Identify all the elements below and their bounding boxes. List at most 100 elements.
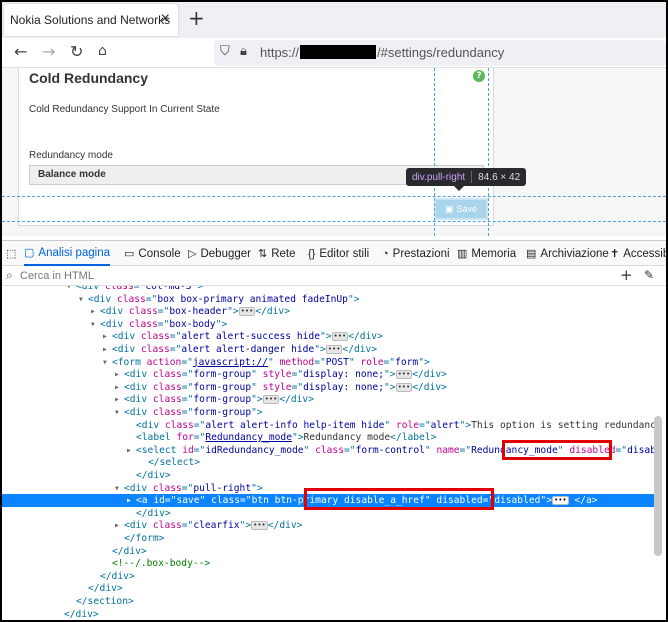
markup-token: save xyxy=(176,495,200,507)
address-bar[interactable]: ⛉ 🔒︎ https:///#settings/redundancy xyxy=(214,40,666,66)
element-picker-icon[interactable]: ⬚ xyxy=(6,241,16,266)
markup-token: <div xyxy=(136,419,165,431)
node-toggle-icon[interactable]: ▸ xyxy=(114,368,120,381)
node-toggle-icon[interactable]: ▾ xyxy=(90,318,96,331)
tab-debugger[interactable]: ▷ Debugger xyxy=(188,241,251,266)
markup-token: =" xyxy=(193,432,206,444)
markup-token: </div> xyxy=(342,344,378,355)
node-toggle-icon[interactable]: ▸ xyxy=(102,330,108,343)
tab-console[interactable]: ▭ Console xyxy=(124,241,181,266)
node-markup: <label for="Redundancy_mode">Redundancy … xyxy=(136,431,436,444)
node-toggle-icon[interactable]: ▾ xyxy=(78,293,84,306)
markup-token: <div xyxy=(76,286,105,292)
browser-tab[interactable]: Nokia Solutions and Networks × xyxy=(4,4,178,36)
node-toggle-icon[interactable]: ▸ xyxy=(102,343,108,356)
markup-token: <form xyxy=(112,356,147,368)
markup-token: =" xyxy=(157,318,170,330)
tab-accessibility[interactable]: ✝ Accessibi xyxy=(610,241,666,266)
cold-redundancy-box: Cold Redundancy ? Cold Redundancy Suppor… xyxy=(18,68,494,226)
expand-dots-icon[interactable]: ••• xyxy=(551,496,569,506)
node-markup: </div> xyxy=(136,469,171,482)
markup-node[interactable]: ▸ <div class="alert alert-success hide"> •… xyxy=(2,330,654,343)
expand-dots-icon[interactable]: ••• xyxy=(395,382,413,392)
markup-token: =" xyxy=(181,394,194,406)
help-icon[interactable]: ? xyxy=(473,70,485,82)
markup-token: class xyxy=(140,344,170,355)
markup-token: "> xyxy=(347,293,360,305)
markup-node[interactable]: ▸ <div class="box-header"> ••• </div> xyxy=(2,305,654,318)
lock-icon[interactable]: 🔒︎ xyxy=(240,44,247,59)
expand-dots-icon[interactable]: ••• xyxy=(251,521,268,531)
markup-node[interactable]: ▾ <div class="form-group"> xyxy=(2,406,654,419)
markup-node[interactable]: </div> xyxy=(2,608,654,620)
markup-token: role xyxy=(360,356,384,368)
markup-node[interactable]: <!--/.box-body--> xyxy=(2,557,654,570)
expand-dots-icon[interactable]: ••• xyxy=(262,395,280,405)
markup-node[interactable]: ▸ <div class="form-group"> ••• </div> xyxy=(2,393,654,406)
inspector-icon: ▢ xyxy=(24,247,35,259)
markup-token: "> xyxy=(540,495,552,507)
node-toggle-icon[interactable]: ▾ xyxy=(114,406,120,419)
markup-node[interactable]: </div> xyxy=(2,469,654,482)
url-text[interactable]: https:///#settings/redundancy xyxy=(260,45,504,60)
node-markup: <div class="form-group" style="display: … xyxy=(124,381,447,394)
expand-dots-icon[interactable]: ••• xyxy=(395,370,413,380)
html-search-input[interactable] xyxy=(20,267,600,285)
markup-token: alert alert-success hide xyxy=(181,331,320,343)
markup-node[interactable]: ▸ <div class="form-group" style="display:… xyxy=(2,368,654,381)
home-icon[interactable]: ⌂ xyxy=(98,43,107,59)
expand-dots-icon[interactable]: ••• xyxy=(238,307,256,317)
save-button[interactable]: ▣ Save xyxy=(436,200,486,218)
shield-icon[interactable]: ⛉ xyxy=(220,44,230,59)
markup-token: "> xyxy=(291,432,304,444)
markup-token: <div xyxy=(124,369,153,381)
markup-node[interactable]: ▸ <div class="alert alert-danger hide"> ••… xyxy=(2,343,654,356)
back-arrow-icon[interactable]: ← xyxy=(14,42,27,61)
markup-token: <div xyxy=(88,293,117,305)
tab-memory[interactable]: ▥ Memoria xyxy=(457,241,516,266)
close-tab-icon[interactable]: × xyxy=(161,10,170,28)
markup-token: </div> xyxy=(136,470,171,481)
node-toggle-icon[interactable]: ▸ xyxy=(90,305,96,318)
markup-token: =" xyxy=(615,444,628,456)
markup-node[interactable]: </div> xyxy=(2,582,654,595)
markup-node[interactable]: </div> xyxy=(2,545,654,558)
markup-node[interactable]: </form> xyxy=(2,532,654,545)
node-markup: </div> xyxy=(112,545,147,558)
tab-inspector[interactable]: ▢ Analisi pagina xyxy=(24,241,111,266)
markup-node[interactable]: <div class="alert alert-info help-item h… xyxy=(2,419,654,432)
node-toggle-icon[interactable]: ▾ xyxy=(102,356,108,369)
eyedropper-icon[interactable]: ✎ xyxy=(644,268,654,282)
markup-node[interactable]: ▾ <div class="box-body"> xyxy=(2,318,654,331)
markup-scrollbar[interactable] xyxy=(654,416,662,556)
tab-network[interactable]: ⇅ Rete xyxy=(258,241,296,266)
markup-token: col-md-5 xyxy=(145,286,192,292)
markup-node[interactable]: </section> xyxy=(2,595,654,608)
expand-dots-icon[interactable]: ••• xyxy=(325,345,343,354)
markup-node[interactable]: ▸ <div class="form-group" style="display:… xyxy=(2,381,654,394)
reload-icon[interactable]: ↻ xyxy=(70,42,83,61)
markup-token: alert alert-danger hide xyxy=(181,344,315,355)
markup-token: <div xyxy=(124,520,153,532)
tab-style-editor[interactable]: {} Editor stili xyxy=(308,241,369,266)
markup-token: "> xyxy=(251,394,263,406)
tab-performance[interactable]: ◔ Prestazioni xyxy=(382,241,450,266)
markup-node[interactable]: ▸ <div class="clearfix"> ••• </div> xyxy=(2,519,654,532)
node-toggle-icon[interactable]: ▸ xyxy=(114,393,120,406)
annotation-highlight-select-disabled xyxy=(502,440,612,460)
markup-node[interactable]: ▾ <div class="box box-primary animated fa… xyxy=(2,293,654,306)
node-toggle-icon[interactable]: ▾ xyxy=(114,482,120,495)
node-toggle-icon[interactable]: ▸ xyxy=(126,444,132,457)
markup-node[interactable]: </div> xyxy=(2,570,654,583)
markup-node[interactable]: ▾ <form action="javascript://" method="PO… xyxy=(2,356,654,369)
node-toggle-icon[interactable]: ▸ xyxy=(114,381,120,394)
markup-token: <!--/.box-body--> xyxy=(112,558,211,570)
tab-storage[interactable]: ▤ Archiviazione xyxy=(526,241,609,266)
new-tab-icon[interactable]: + xyxy=(188,6,205,30)
forward-arrow-icon[interactable]: → xyxy=(42,42,55,61)
node-toggle-icon[interactable]: ▸ xyxy=(114,519,120,532)
node-toggle-icon[interactable]: ▸ xyxy=(126,494,132,507)
add-node-icon[interactable]: + xyxy=(620,266,633,284)
expand-dots-icon[interactable]: ••• xyxy=(331,332,349,342)
markup-token: =" xyxy=(193,419,206,431)
